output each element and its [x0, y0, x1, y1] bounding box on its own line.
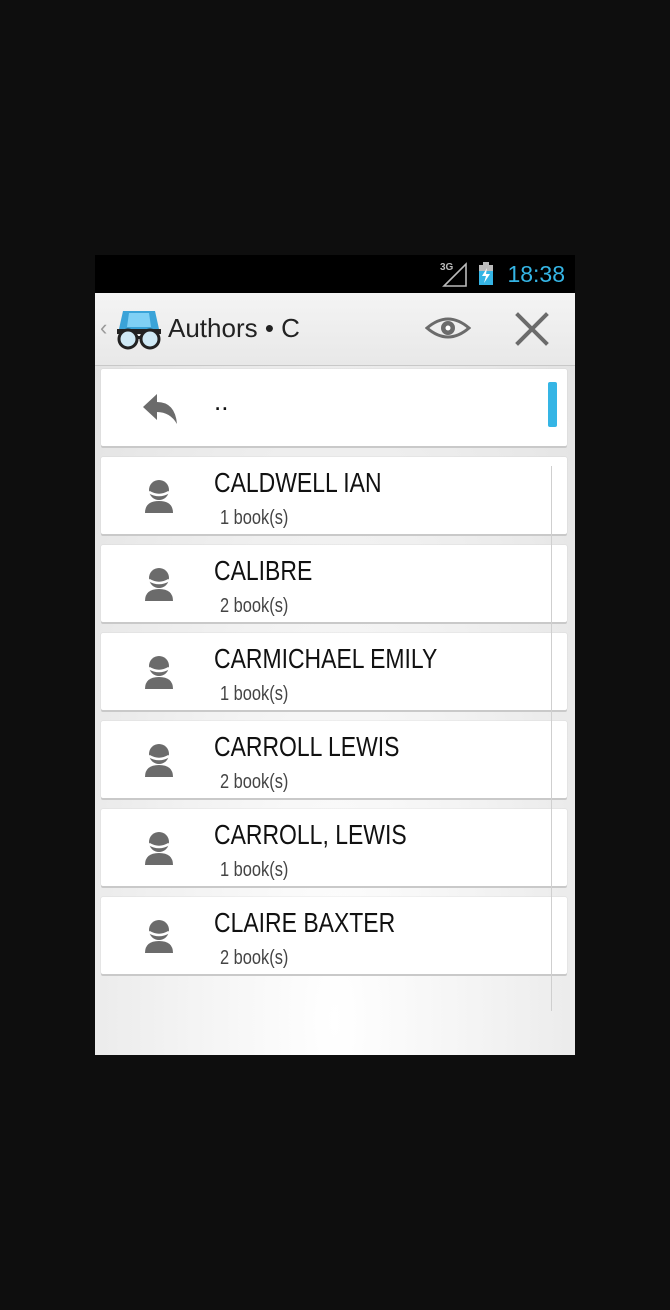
author-icon [145, 480, 173, 513]
list-item[interactable]: CARMICHAEL EMILY 1 book(s) [101, 633, 567, 710]
book-count: 1 book(s) [220, 859, 289, 881]
close-icon[interactable] [513, 310, 551, 348]
book-count: 2 book(s) [220, 771, 289, 793]
back-arrow-icon [143, 394, 177, 424]
list-item[interactable]: CLAIRE BAXTER 2 book(s) [101, 897, 567, 974]
battery-charging-icon [479, 262, 493, 285]
book-count: 1 book(s) [220, 683, 289, 705]
book-count: 2 book(s) [220, 595, 289, 617]
author-name: CLAIRE BAXTER [214, 907, 396, 938]
list-item[interactable]: CARROLL LEWIS 2 book(s) [101, 721, 567, 798]
author-icon [145, 744, 173, 777]
parent-label: .. [214, 386, 229, 416]
author-name: CARROLL LEWIS [214, 731, 400, 762]
author-name: CARROLL, LEWIS [214, 819, 407, 850]
svg-text:3G: 3G [440, 262, 454, 273]
status-bar: 3G 18:38 [95, 255, 575, 293]
scroll-track [551, 466, 552, 1011]
author-icon [145, 832, 173, 865]
list-item[interactable]: CALIBRE 2 book(s) [101, 545, 567, 622]
cell-signal-icon: 3G [440, 262, 467, 287]
scrollbar-thumb[interactable] [548, 382, 557, 427]
up-caret-icon[interactable]: ‹ [100, 315, 107, 341]
author-name: CARMICHAEL EMILY [214, 643, 438, 674]
author-name: CALIBRE [214, 555, 313, 586]
author-icon [145, 568, 173, 601]
action-bar: ‹ Authors • C [95, 293, 575, 366]
status-clock: 18:38 [507, 261, 565, 287]
author-icon [145, 920, 173, 953]
page-title: Authors • C [168, 313, 300, 343]
eye-icon[interactable] [425, 312, 471, 344]
app-logo-icon[interactable] [115, 305, 163, 351]
book-count: 2 book(s) [220, 947, 289, 969]
parent-folder-item[interactable]: .. [101, 369, 567, 446]
phone-screen: 3G 18:38 ‹ Authors • C .. CALDWELL IAN 1… [95, 255, 575, 1055]
book-count: 1 book(s) [220, 507, 289, 529]
list-item[interactable]: CALDWELL IAN 1 book(s) [101, 457, 567, 534]
author-icon [145, 656, 173, 689]
author-list[interactable]: .. CALDWELL IAN 1 book(s) CALIBRE 2 book… [95, 366, 575, 1055]
list-item[interactable]: CARROLL, LEWIS 1 book(s) [101, 809, 567, 886]
author-name: CALDWELL IAN [214, 467, 382, 498]
